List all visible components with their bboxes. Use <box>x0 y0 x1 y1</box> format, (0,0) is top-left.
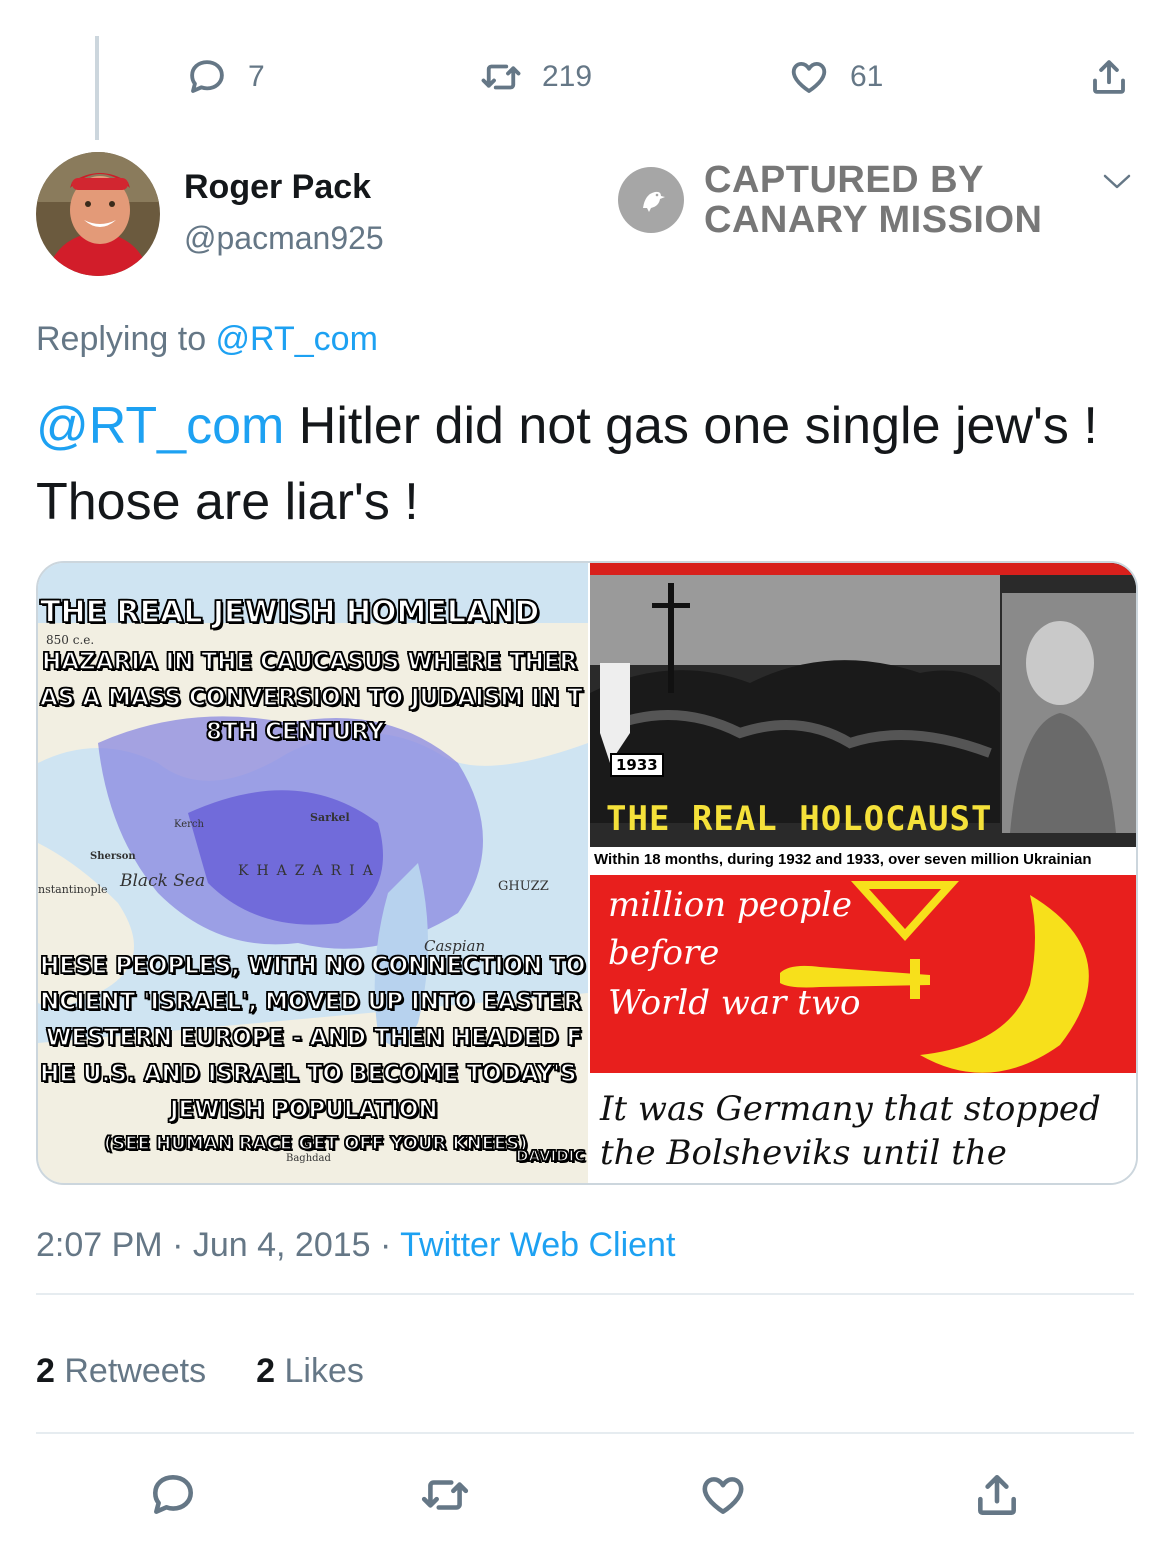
map-label-850: 850 c.e. <box>46 633 95 647</box>
map-label-kerch: Kerch <box>174 819 204 830</box>
map-label-ghuzz: GHUZZ <box>498 879 549 894</box>
photo-caption: Within 18 months, during 1932 and 1933, … <box>594 851 1092 868</box>
reply-icon[interactable] <box>148 1470 198 1520</box>
top-action-bar: 7 219 61 <box>0 56 1167 106</box>
map-text-line-7: HE U.S. AND ISRAEL TO BECOME TODAY'S <box>39 1060 577 1088</box>
retweet-icon <box>481 64 521 90</box>
tweet-date[interactable]: Jun 4, 2015 <box>193 1226 371 1264</box>
retweet-action[interactable]: 219 <box>480 56 592 98</box>
author-handle[interactable]: @pacman925 <box>184 220 384 257</box>
likes-count: 2 <box>256 1352 276 1390</box>
meta-separator: · <box>370 1226 401 1264</box>
map-text-line-3: 8TH CENTURY <box>205 718 385 746</box>
likes-label: Likes <box>275 1352 364 1390</box>
red-line-3: World war two <box>608 983 861 1023</box>
reply-count: 7 <box>248 60 265 93</box>
retweets-count: 2 <box>36 1352 55 1390</box>
share-icon <box>1093 60 1125 94</box>
photo-headline: THE REAL HOLOCAUST <box>606 799 993 839</box>
photo-year: 1933 <box>610 753 664 777</box>
retweet-icon[interactable] <box>420 1470 470 1520</box>
red-line-5: the Bolsheviks until the <box>600 1133 1007 1173</box>
watermark-line-2: CANARY MISSION <box>704 199 1043 241</box>
divider <box>36 1293 1134 1295</box>
likes-stat[interactable]: 2 Likes <box>256 1352 364 1391</box>
replying-to: Replying to @RT_com <box>36 320 378 359</box>
canary-logo-icon <box>618 167 684 233</box>
map-label-constantinople: nstantinople <box>38 883 108 896</box>
map-label-baghdad: Baghdad <box>286 1153 331 1164</box>
map-text-line-9: (SEE HUMAN RACE GET OFF YOUR KNEES) <box>103 1132 528 1155</box>
reply-action[interactable]: 7 <box>186 56 265 98</box>
reply-icon <box>190 60 224 93</box>
replying-to-prefix: Replying to <box>36 320 216 358</box>
chevron-down-icon[interactable] <box>1100 168 1134 194</box>
like-icon <box>791 61 827 93</box>
red-line-1: million people <box>608 885 853 925</box>
avatar[interactable] <box>36 152 160 276</box>
map-text-line-1: HAZARIA IN THE CAUCASUS WHERE THER <box>41 648 578 676</box>
tweet-media[interactable]: Black Sea KHAZARIA GHUZZ Sarkel Kerch Sh… <box>36 561 1138 1185</box>
map-text-line-6: WESTERN EUROPE - AND THEN HEADED F <box>45 1024 583 1052</box>
red-line-4: It was Germany that stopped <box>600 1089 1101 1129</box>
retweets-stat[interactable]: 2 Retweets <box>36 1352 206 1391</box>
tweet-client[interactable]: Twitter Web Client <box>400 1226 675 1264</box>
divider <box>36 1432 1134 1434</box>
tweet-text: @RT_com Hitler did not gas one single je… <box>36 388 1136 540</box>
tweet-meta: 2:07 PM · Jun 4, 2015 · Twitter Web Clie… <box>36 1226 675 1265</box>
media-map-panel[interactable]: Black Sea KHAZARIA GHUZZ Sarkel Kerch Sh… <box>38 563 588 1183</box>
share-icon[interactable] <box>972 1470 1022 1520</box>
map-label-khazaria: KHAZARIA <box>238 863 381 879</box>
media-photo-panel[interactable]: 1933 THE REAL HOLOCAUST Within 18 months… <box>590 563 1136 873</box>
map-credit: DAVIDIC <box>515 1146 586 1166</box>
watermark-line-1: CAPTURED BY <box>704 159 984 201</box>
like-icon[interactable] <box>698 1470 748 1520</box>
tweet-mention[interactable]: @RT_com <box>36 397 284 455</box>
map-label-sarkel: Sarkel <box>310 811 350 824</box>
replying-to-mention[interactable]: @RT_com <box>216 320 378 358</box>
map-text-line-8: JEWISH POPULATION <box>169 1096 438 1124</box>
canary-mission-watermark: CAPTURED BY CANARY MISSION <box>618 160 1042 240</box>
map-text-line-5: NCIENT 'ISRAEL', MOVED UP INTO EASTER <box>39 988 582 1016</box>
tweet-time[interactable]: 2:07 PM <box>36 1226 163 1264</box>
avatar-image <box>36 152 160 276</box>
meta-separator: · <box>162 1226 193 1264</box>
retweets-label: Retweets <box>54 1352 207 1390</box>
media-red-panel[interactable]: million people before World war two It w… <box>590 875 1136 1183</box>
red-line-2: before <box>608 933 720 973</box>
like-count: 61 <box>850 60 884 93</box>
author-name[interactable]: Roger Pack <box>184 168 371 207</box>
engagement-stats: 2 Retweets 2 Likes <box>36 1352 364 1391</box>
share-action[interactable] <box>1088 56 1130 98</box>
watermark-text: CAPTURED BY CANARY MISSION <box>704 160 1042 240</box>
retweet-count: 219 <box>542 60 593 93</box>
map-text-line-2: AS A MASS CONVERSION TO JUDAISM IN T <box>39 684 583 712</box>
map-text-line-4: HESE PEOPLES, WITH NO CONNECTION TO <box>39 952 586 980</box>
like-action[interactable]: 61 <box>788 56 883 98</box>
map-label-black-sea: Black Sea <box>120 871 206 891</box>
map-title: THE REAL JEWISH HOMELAND <box>39 594 540 631</box>
map-label-sherson: Sherson <box>90 851 136 862</box>
